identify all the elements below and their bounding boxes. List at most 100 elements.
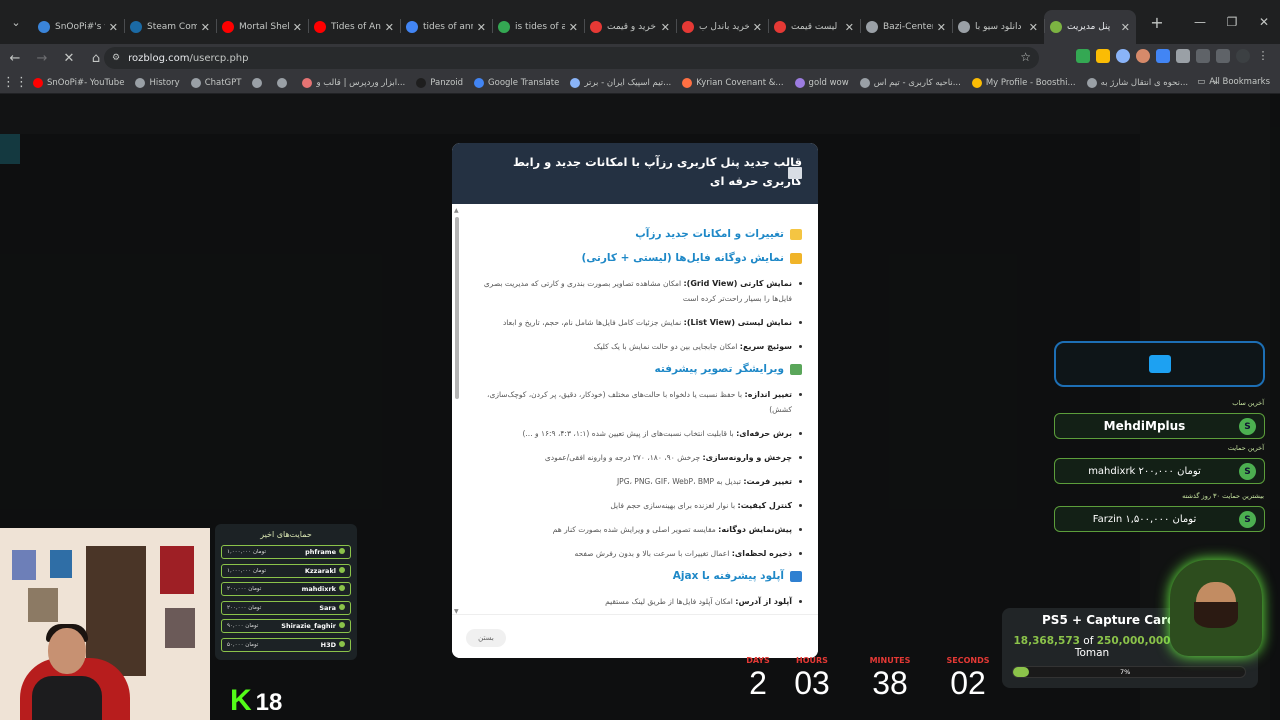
tab-close-icon[interactable]: ✕	[201, 21, 210, 34]
url-text: rozblog.com/usercp.php	[128, 52, 249, 64]
bookmark-item[interactable]: Google Translate	[474, 77, 559, 88]
bookmark-label: نحوه ی انتقال شارژ به...	[1100, 77, 1189, 88]
extension-icon[interactable]	[1096, 49, 1110, 63]
tab-favicon-icon	[406, 21, 418, 33]
tab-close-icon[interactable]: ✕	[753, 21, 762, 34]
top-support-pill: Farzin ۱,۵۰۰,۰۰۰ تومان S	[1054, 506, 1265, 532]
apps-icon[interactable]: ⋮⋮	[2, 71, 28, 95]
coin-icon	[339, 603, 345, 610]
browser-tab[interactable]: Steam Comm ✕	[124, 10, 216, 44]
scroll-thumb[interactable]	[455, 217, 459, 399]
browser-tab[interactable]: لیست قیمت ✕	[768, 10, 860, 44]
bookmark-item[interactable]: نحوه ی انتقال شارژ به...	[1086, 77, 1189, 88]
coin-icon: S	[1239, 418, 1256, 435]
tab-close-icon[interactable]: ✕	[661, 21, 670, 34]
browser-tab[interactable]: دانلود سیو با ✕	[952, 10, 1044, 44]
coin-icon	[339, 548, 345, 554]
bookmark-label: ChatGPT	[204, 77, 242, 88]
tab-title: دانلود سیو با	[975, 22, 1022, 32]
bookmark-item[interactable]: History	[135, 77, 180, 88]
bookmark-item[interactable]: SnOoPi#- YouTube	[33, 77, 125, 88]
bookmark-item[interactable]: ناحیه کاربری - تیم اس...	[859, 77, 961, 88]
bookmark-star-icon[interactable]: ☆	[1020, 50, 1031, 64]
maximize-icon[interactable]: ❐	[1216, 15, 1248, 29]
puzzle-icon[interactable]	[1196, 49, 1210, 63]
bookmark-label: SnOoPi#- YouTube	[47, 77, 125, 88]
new-tab-button[interactable]: +	[1144, 9, 1170, 35]
tab-title: Steam Comm	[147, 22, 197, 32]
bookmark-item[interactable]	[252, 77, 266, 88]
supporter-amount: ۱,۰۰۰,۰۰۰ تومان	[227, 567, 266, 574]
modal-body[interactable]: تغییرات و امکانات جدید رزآپ نمایش دوگانه …	[452, 204, 818, 614]
close-window-icon[interactable]: ✕	[1248, 15, 1280, 29]
close-button[interactable]: بستن	[466, 629, 506, 647]
tab-title: لیست قیمت	[791, 22, 838, 32]
tab-close-icon[interactable]: ✕	[385, 21, 394, 34]
bookmark-item[interactable]: تیم اسپیک ایران - برتر...	[570, 77, 671, 88]
supporter-name: mahdixrk	[301, 585, 336, 593]
section-heading: نمایش دوگانه فایل‌ها (لیستی + کارتی)	[470, 252, 802, 264]
browser-tab[interactable]: خرید باندل ب ✕	[676, 10, 768, 44]
feature-item: تغییر فرمت: تبدیل به JPG، PNG، GIF، WebP…	[470, 474, 802, 489]
back-icon[interactable]: ←	[3, 46, 27, 70]
feature-item: برش حرفه‌ای: با قابلیت انتخاب نسبت‌های ا…	[470, 426, 802, 441]
scroll-up-icon[interactable]: ▲	[454, 207, 459, 214]
all-bookmarks[interactable]: ▭ All Bookmarks	[1197, 77, 1270, 87]
profile-avatar[interactable]	[1236, 49, 1250, 63]
last-sub-label: آخرین ساب	[1232, 399, 1264, 407]
bookmark-favicon-icon	[277, 77, 288, 88]
tab-close-icon[interactable]: ✕	[109, 21, 118, 34]
bookmark-item[interactable]: My Profile - Boosthi...	[971, 77, 1076, 88]
minimize-icon[interactable]: —	[1184, 15, 1216, 29]
coin-icon: S	[1239, 463, 1256, 480]
tab-close-icon[interactable]: ✕	[293, 21, 302, 34]
tab-search-icon[interactable]: ⌄	[2, 8, 30, 36]
modal-scrollbar[interactable]: ▲ ▼	[454, 207, 460, 615]
browser-tab[interactable]: Mortal Shell ✕	[216, 10, 308, 44]
forward-icon[interactable]: →	[30, 46, 54, 70]
stop-loading-icon[interactable]: ✕	[57, 46, 81, 70]
bookmark-favicon-icon	[682, 77, 693, 88]
browser-tab[interactable]: SnOoPi#'s w ✕	[32, 10, 124, 44]
extension-icon[interactable]	[1076, 49, 1090, 63]
bookmark-favicon-icon	[416, 77, 427, 88]
tab-close-icon[interactable]: ✕	[569, 21, 578, 34]
bookmark-item[interactable]: gold wow	[794, 77, 849, 88]
tab-close-icon[interactable]: ✕	[845, 21, 854, 34]
menu-dots-icon[interactable]: ⋮	[1256, 49, 1270, 63]
feature-item: نمایش کارتی (Grid View): امکان مشاهده تص…	[470, 276, 802, 306]
bookmark-item[interactable]	[277, 77, 291, 88]
browser-tab[interactable]: پنل مدیریت ✕	[1044, 10, 1136, 44]
media-icon[interactable]	[1216, 49, 1230, 63]
bookmark-item[interactable]: Panzoid	[416, 77, 463, 88]
bookmark-item[interactable]: ابزار وردپرس | قالب و...	[302, 77, 406, 88]
feature-item: آپلود از آدرس: امکان آپلود فایل‌ها از طر…	[470, 594, 802, 609]
bookmark-item[interactable]: ChatGPT	[190, 77, 242, 88]
site-info-icon[interactable]: ⚙	[112, 53, 120, 63]
extension-icon[interactable]	[1156, 49, 1170, 63]
goal-values: 18,368,573 of 250,000,000 Toman	[1013, 635, 1171, 659]
tab-favicon-icon	[222, 21, 234, 33]
tab-close-icon[interactable]: ✕	[477, 21, 486, 34]
bookmarks-bar: ⋮⋮ SnOoPi#- YouTube History ChatGPT ابزار و…	[0, 72, 1280, 94]
extension-icon[interactable]	[1116, 49, 1130, 63]
address-bar[interactable]: ⚙ rozblog.com/usercp.php ☆	[104, 47, 1039, 69]
browser-tab[interactable]: is tides of ar ✕	[492, 10, 584, 44]
tab-close-icon[interactable]: ✕	[1029, 21, 1038, 34]
bookmark-item[interactable]: Kyrian Covenant &...	[682, 77, 784, 88]
browser-tab[interactable]: Tides of Ann ✕	[308, 10, 400, 44]
tab-close-icon[interactable]: ✕	[1121, 21, 1130, 34]
browser-tab[interactable]: tides of ann ✕	[400, 10, 492, 44]
browser-tab[interactable]: Bazi-Center ✕	[860, 10, 952, 44]
bookmark-favicon-icon	[252, 77, 263, 88]
browser-tab[interactable]: خرید و قیمت ✕	[584, 10, 676, 44]
tab-title: Mortal Shell	[239, 22, 289, 32]
extension-icon[interactable]	[1176, 49, 1190, 63]
tabs-container: SnOoPi#'s w✕Steam Comm✕Mortal Shell✕Tide…	[32, 0, 1136, 44]
tab-title: خرید باندل ب	[699, 22, 749, 32]
bookmark-label: ابزار وردپرس | قالب و...	[316, 77, 406, 88]
extension-icon[interactable]	[1136, 49, 1150, 63]
webcam-feed	[0, 528, 210, 720]
last-sub-pill: MehdiMplus S	[1054, 413, 1265, 439]
tab-close-icon[interactable]: ✕	[937, 21, 946, 34]
